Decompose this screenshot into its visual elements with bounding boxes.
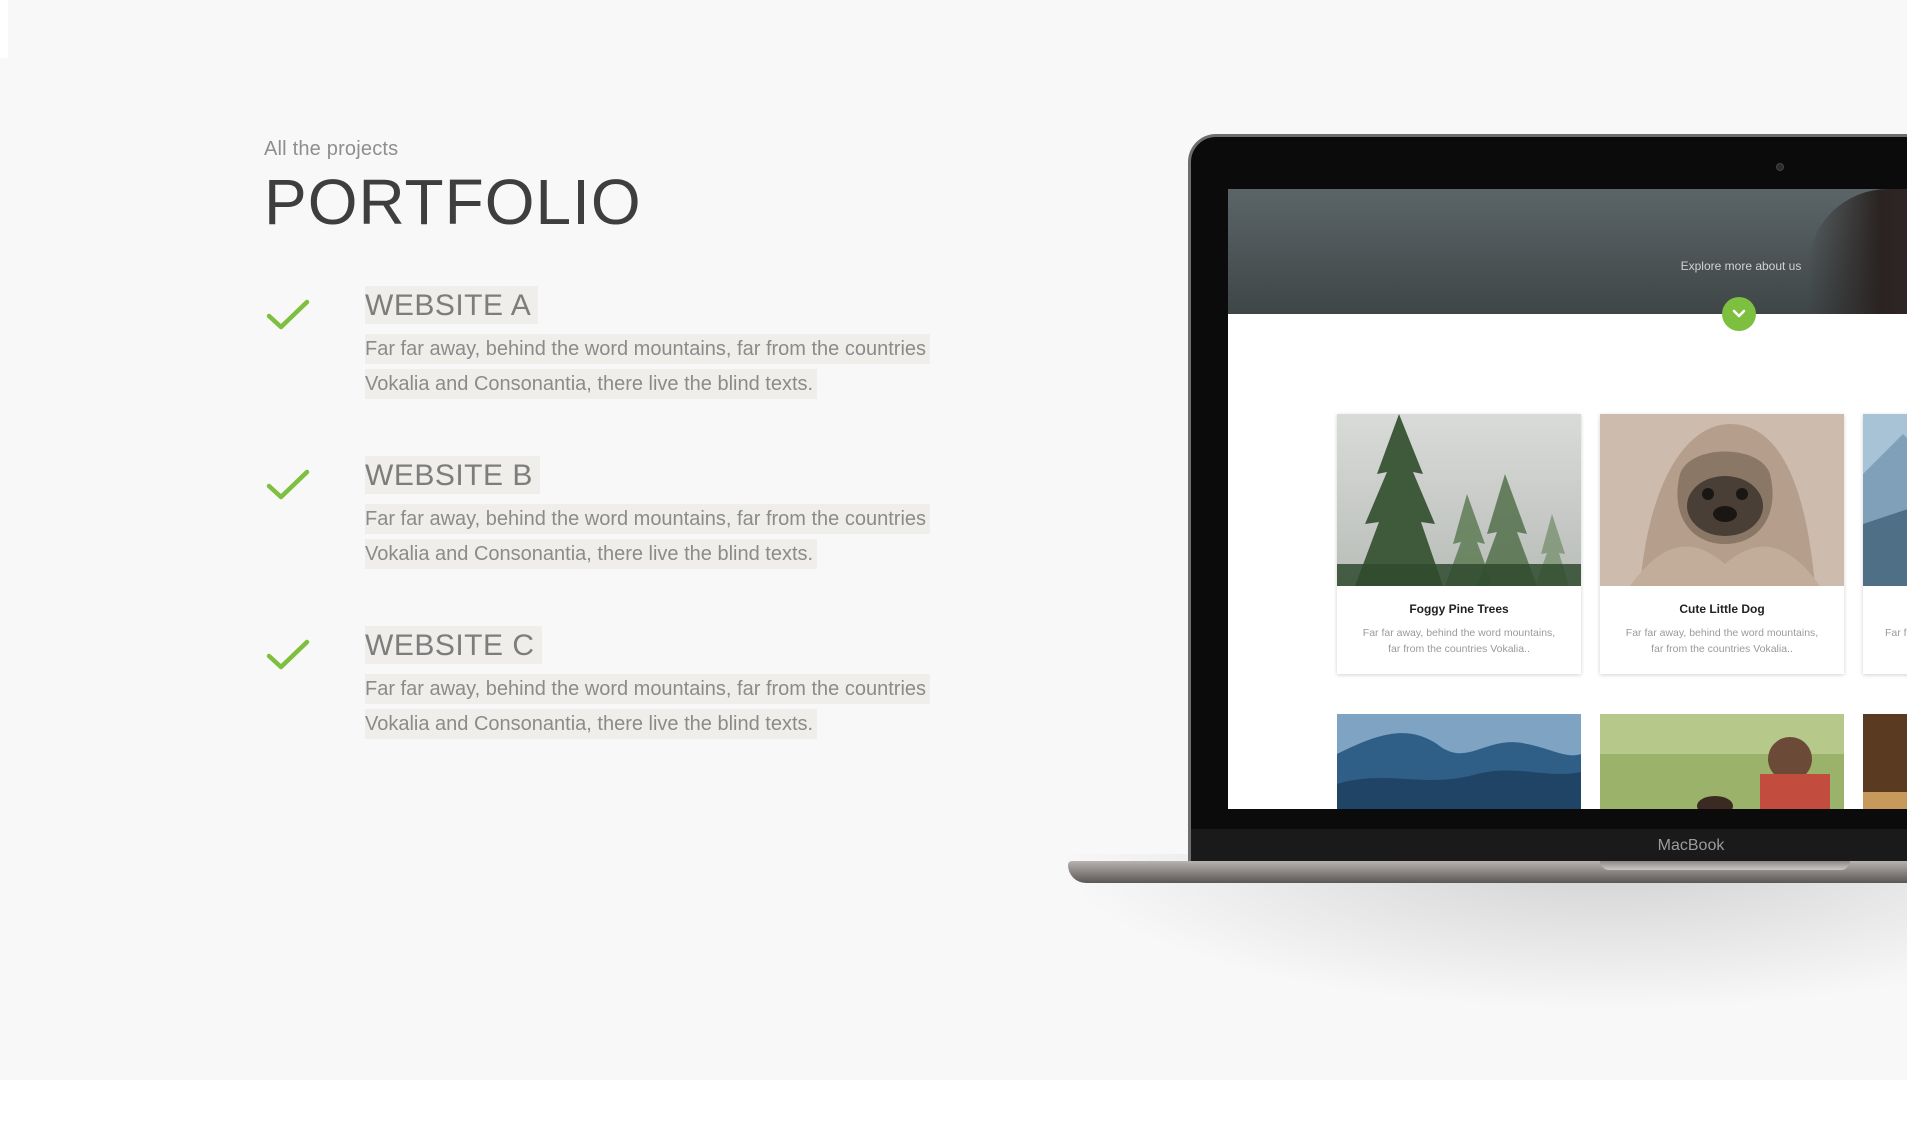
laptop-notch xyxy=(1600,861,1850,870)
portfolio-intro: All the projects PORTFOLIO xyxy=(264,138,642,235)
grass-field-image xyxy=(1600,714,1844,809)
section-eyebrow: All the projects xyxy=(264,138,399,160)
feature-description-line: Far far away, behind the word mountains,… xyxy=(365,334,931,364)
mockup-card-description-line: far from the countries Vokalia.. xyxy=(1388,643,1530,655)
mockup-card-description: Far far away, behind the word mountains,… xyxy=(1357,625,1561,657)
feature-title: WEBSITE A xyxy=(365,286,539,324)
mockup-card-description-line: far from the countries Vokalia.. xyxy=(1651,643,1793,655)
page-title: PORTFOLIO xyxy=(264,166,642,238)
mockup-hero-photo xyxy=(1808,189,1907,314)
mockup-card-wood xyxy=(1863,714,1907,809)
laptop-screen: Explore more about us Foggy Pine Trees F… xyxy=(1228,189,1907,809)
feature-title: WEBSITE B xyxy=(365,456,540,494)
checkmark-icon xyxy=(266,469,310,500)
cute-little-dog-image xyxy=(1600,414,1844,586)
feature-description-line: Far far away, behind the word mountains,… xyxy=(365,674,931,704)
mockup-hero: Explore more about us xyxy=(1228,189,1907,314)
mockup-card: Foggy Pine Trees Far far away, behind th… xyxy=(1337,414,1581,674)
mockup-card-description-line: Far far away, behind the word mountains, xyxy=(1362,627,1556,639)
mockup-card-description: Far f xyxy=(1885,625,1907,641)
laptop-chin: MacBook xyxy=(1191,829,1907,861)
mountain-lake-image xyxy=(1863,414,1907,586)
ocean-wave-image xyxy=(1337,714,1581,809)
mockup-card-wave xyxy=(1337,714,1581,809)
wood-image xyxy=(1863,714,1907,809)
mockup-card: Cute Little Dog Far far away, behind the… xyxy=(1600,414,1844,674)
feature-title: WEBSITE C xyxy=(365,626,542,664)
checkmark-icon xyxy=(266,639,310,670)
feature-description: Far far away, behind the word mountains,… xyxy=(365,502,965,572)
foggy-pine-trees-image xyxy=(1337,414,1581,586)
mockup-hero-text: Explore more about us xyxy=(1680,259,1802,273)
mockup-card: Far f xyxy=(1863,414,1907,674)
feature-description-line: Vokalia and Consonantia, there live the … xyxy=(365,369,818,399)
portfolio-section: All the projects PORTFOLIO WEBSITE A Far… xyxy=(0,0,1907,1080)
checkmark-icon xyxy=(266,299,310,330)
laptop-brand: MacBook xyxy=(1657,837,1725,854)
feature-description: Far far away, behind the word mountains,… xyxy=(365,672,965,742)
camera-icon xyxy=(1776,163,1784,171)
mockup-card-description-line: Far f xyxy=(1885,627,1907,639)
feature-description-line: Far far away, behind the word mountains,… xyxy=(365,504,931,534)
laptop-mockup: Explore more about us Foggy Pine Trees F… xyxy=(1008,134,1907,1024)
mockup-card-field xyxy=(1600,714,1844,809)
mockup-card-title: Foggy Pine Trees xyxy=(1409,602,1509,616)
feature-description: Far far away, behind the word mountains,… xyxy=(365,332,965,402)
feature-description-line: Vokalia and Consonantia, there live the … xyxy=(365,539,818,569)
mockup-card-description: Far far away, behind the word mountains,… xyxy=(1620,625,1824,657)
mockup-card-title: Cute Little Dog xyxy=(1679,602,1765,616)
mockup-card-description-line: Far far away, behind the word mountains, xyxy=(1625,627,1819,639)
top-strip xyxy=(0,0,8,58)
mockup-scroll-button xyxy=(1722,297,1756,331)
feature-description-line: Vokalia and Consonantia, there live the … xyxy=(365,709,818,739)
chevron-down-icon xyxy=(1732,309,1746,318)
